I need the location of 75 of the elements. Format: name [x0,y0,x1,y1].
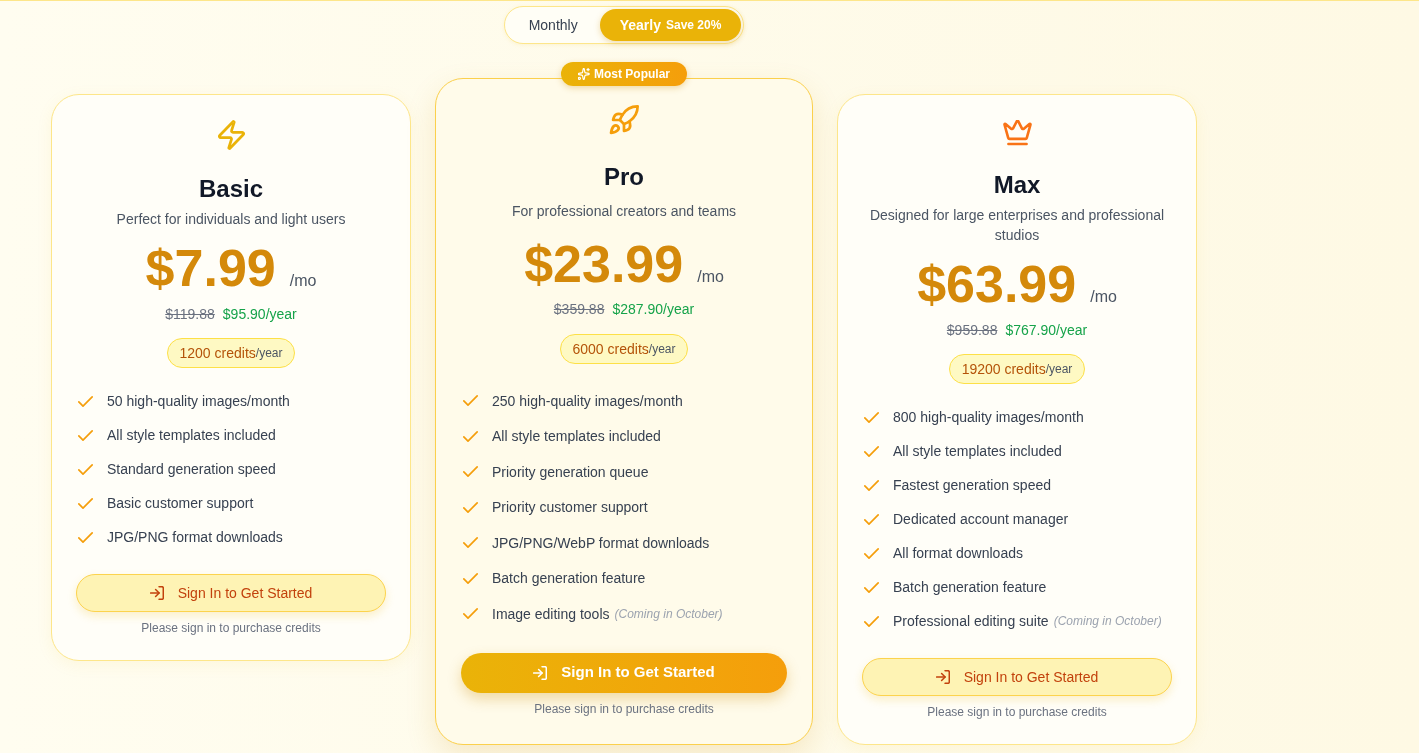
feature-text: Batch generation feature [893,578,1047,597]
discounted-price: $287.90/year [612,300,695,319]
sign-in-hint: Please sign in to purchase credits [927,704,1107,720]
feature-text: Image editing tools [492,604,610,624]
check-icon [864,513,879,525]
plan-description: Perfect for individuals and light users [116,210,346,229]
feature-text: Dedicated account manager [893,510,1069,529]
feature-text: Priority customer support [492,498,648,518]
feature-text: Batch generation feature [492,569,646,589]
price-period: /mo [1090,287,1117,307]
check-icon [864,445,879,457]
check-icon [463,572,478,584]
sign-in-icon [149,586,164,600]
feature-text: All style templates included [492,427,661,447]
credits-badge: 1200 credits/year [166,338,296,368]
discounted-price: $95.90/year [222,305,297,324]
feature-text: Professional editing suite [893,612,1049,631]
feature-text: 800 high-quality images/month [893,408,1084,427]
feature-text: All style templates included [893,442,1062,461]
feature-text: Basic customer support [107,494,254,513]
feature-text: JPG/PNG/WebP format downloads [492,533,710,553]
plan-title: Max [993,170,1041,200]
feature-text: Standard generation speed [107,460,276,479]
sign-in-icon [533,665,548,680]
price-period: /mo [289,271,317,291]
billing-tab[interactable]: Monthly [506,9,600,41]
plan-title: Pro [604,162,644,192]
price: $23.99 [524,238,684,290]
sign-in-button[interactable]: Sign In to Get Started [862,658,1172,696]
crown-icon [1002,120,1032,146]
check-icon [78,429,93,441]
check-icon [78,531,93,543]
original-price: $959.88 [946,321,998,340]
feature-text: All format downloads [893,544,1023,563]
feature-text: All style templates included [107,426,276,445]
check-icon [463,537,478,549]
check-icon [864,411,879,423]
feature-text: Fastest generation speed [893,476,1051,495]
original-price: $359.88 [553,300,605,319]
sign-in-button[interactable]: Sign In to Get Started [76,574,386,612]
most-popular-badge: Most Popular [561,62,687,86]
check-icon [463,466,478,478]
feature-text: 250 high-quality images/month [492,391,683,411]
price-period: /mo [697,267,724,287]
feature-text: Priority generation queue [492,462,649,482]
sign-in-icon [935,670,950,684]
sign-in-hint: Please sign in to purchase credits [534,700,714,717]
plan-description: Designed for large enterprises and professional studios [868,206,1166,245]
sign-in-hint: Please sign in to purchase credits [141,620,321,636]
check-icon [463,395,478,407]
check-icon [864,547,879,559]
check-icon [463,501,478,513]
check-icon [463,608,478,620]
rocket-icon [609,105,639,135]
plan-description: For professional creators and teams [511,202,737,221]
price: $7.99 [145,242,276,294]
coming-soon-note: (Coming in October) [614,605,723,622]
check-icon [864,581,879,593]
check-icon [864,479,879,491]
sparkles-icon [578,68,590,80]
plan-title: Basic [198,174,263,204]
check-icon [78,395,93,407]
coming-soon-note: (Coming in October) [1053,613,1162,629]
check-icon [78,497,93,509]
lightning-bolt-icon [217,120,245,150]
credits-badge: 19200 credits/year [948,354,1086,384]
feature-text: JPG/PNG format downloads [107,528,283,547]
credits-badge: 6000 credits/year [559,334,689,364]
original-price: $119.88 [165,305,215,324]
feature-text: 50 high-quality images/month [107,392,290,411]
check-icon [864,615,879,627]
price: $63.99 [917,258,1077,310]
discounted-price: $767.90/year [1005,321,1088,340]
check-icon [463,430,478,442]
check-icon [78,463,93,475]
